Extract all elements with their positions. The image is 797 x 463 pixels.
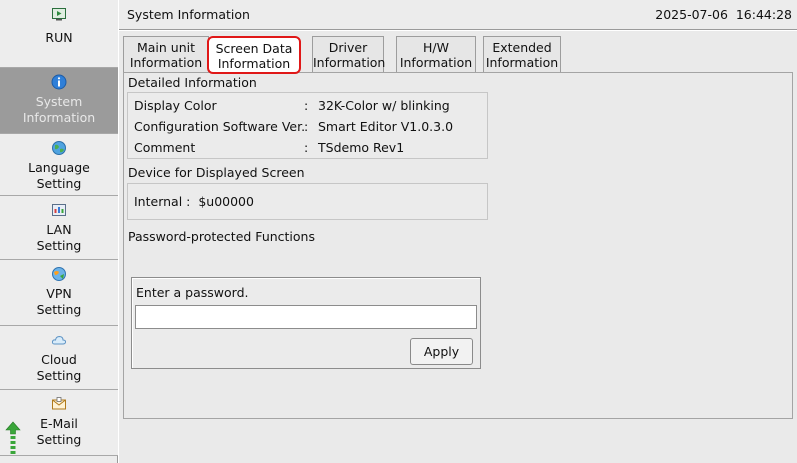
device-section-title: Device for Displayed Screen <box>128 165 305 180</box>
header-bar: System Information 2025-07-06 16:44:28 <box>119 0 797 30</box>
detailed-information-title: Detailed Information <box>128 75 257 90</box>
info-key: Configuration Software Ver. <box>134 119 306 134</box>
tab-hw-information[interactable]: H/W Information <box>396 36 476 74</box>
page-title: System Information <box>127 7 250 22</box>
main-content: Main unit Information Screen Data Inform… <box>119 31 797 463</box>
detailed-information-box: Display Color:32K-Color w/ blinking Conf… <box>127 92 488 159</box>
scroll-down-arrow-icon[interactable] <box>4 420 22 460</box>
info-key: Comment <box>134 140 196 155</box>
device-row: Internal : $u00000 <box>134 194 254 209</box>
sidebar-item-label: RUN <box>45 30 73 45</box>
info-row-display-color: Display Color:32K-Color w/ blinking <box>134 98 450 113</box>
sidebar-item-label: System Information <box>22 94 96 125</box>
info-value: 32K-Color w/ blinking <box>318 98 450 113</box>
info-row-config-software-ver: Configuration Software Ver.: Smart Editor… <box>134 119 453 134</box>
sidebar-item-run[interactable]: RUN <box>0 0 118 68</box>
tab-driver-information[interactable]: Driver Information <box>312 36 385 74</box>
device-label: Internal : <box>134 194 191 209</box>
info-row-comment: Comment: TSdemo Rev1 <box>134 140 404 155</box>
sidebar-item-language-setting[interactable]: Language Setting <box>0 134 118 196</box>
globe-icon <box>51 140 67 156</box>
password-prompt: Enter a password. <box>136 285 249 300</box>
device-value: $u00000 <box>198 194 254 209</box>
monitor-play-icon <box>51 6 67 22</box>
sidebar-item-label: Language Setting <box>28 160 90 191</box>
info-colon: : <box>304 140 309 155</box>
sidebar: RUN System Information Language Setting <box>0 0 118 463</box>
tab-extended-information[interactable]: Extended Information <box>483 36 561 74</box>
info-icon <box>51 74 67 90</box>
sidebar-item-cloud-setting[interactable]: Cloud Setting <box>0 326 118 390</box>
sidebar-item-label: VPN Setting <box>36 286 82 317</box>
sidebar-item-label: Cloud Setting <box>36 352 82 383</box>
info-value: TSdemo Rev1 <box>318 140 405 155</box>
device-box: Internal : $u00000 <box>127 183 488 220</box>
cloud-icon <box>51 332 67 348</box>
info-value: Smart Editor V1.0.3.0 <box>318 119 454 134</box>
mail-icon <box>51 396 67 412</box>
sidebar-item-label: LAN Setting <box>36 222 82 253</box>
sidebar-item-lan-setting[interactable]: LAN Setting <box>0 196 118 260</box>
sidebar-item-vpn-setting[interactable]: VPN Setting <box>0 260 118 326</box>
tab-main-unit-information[interactable]: Main unit Information <box>123 36 209 74</box>
apply-button[interactable]: Apply <box>410 338 473 365</box>
network-icon <box>51 202 67 218</box>
password-box: Enter a password. Apply <box>131 277 481 369</box>
datetime-display: 2025-07-06 16:44:28 <box>655 7 792 22</box>
password-section-title: Password-protected Functions <box>128 229 315 244</box>
tab-screen-data-information[interactable]: Screen Data Information <box>207 36 301 74</box>
info-colon: : <box>304 119 309 134</box>
vpn-icon <box>51 266 67 282</box>
info-key: Display Color <box>134 98 217 113</box>
sidebar-item-system-information[interactable]: System Information <box>0 68 118 134</box>
password-input[interactable] <box>135 305 477 329</box>
info-colon: : <box>304 98 309 113</box>
